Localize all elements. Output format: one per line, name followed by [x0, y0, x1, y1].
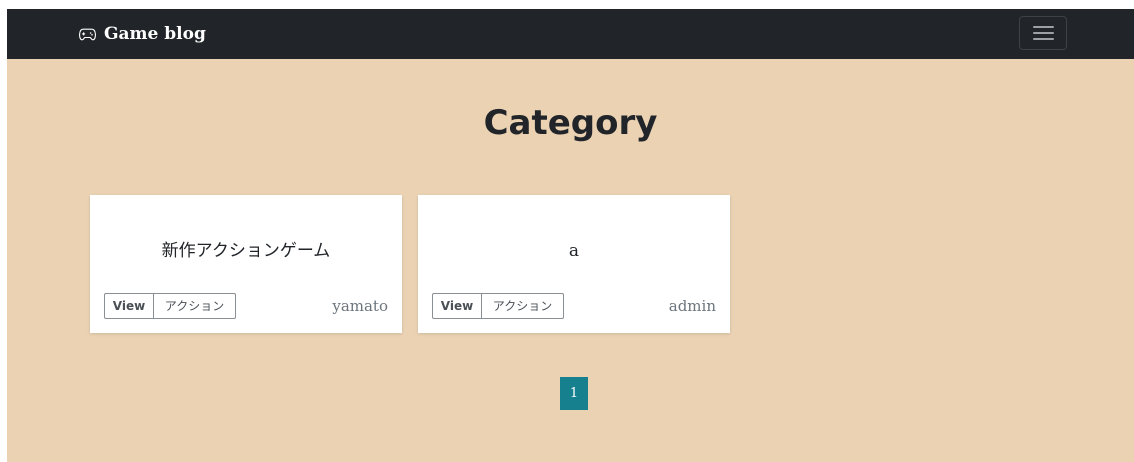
post-card: 新作アクションゲーム View アクション yamato: [90, 195, 402, 333]
post-author: yamato: [332, 297, 388, 315]
pagination-page-1[interactable]: 1: [560, 377, 588, 410]
navbar-toggler-button[interactable]: [1019, 16, 1067, 50]
post-title: 新作アクションゲーム: [161, 241, 331, 261]
post-title: a: [568, 241, 580, 261]
category-button[interactable]: アクション: [482, 293, 564, 319]
post-author: admin: [668, 297, 716, 315]
card-button-group: View アクション: [432, 293, 564, 319]
brand-label: Game blog: [104, 24, 206, 44]
page-frame: Game blog Category 新作アクションゲーム View アクション…: [7, 9, 1134, 462]
gamepad-icon: [79, 28, 96, 40]
hamburger-menu-icon: [1033, 26, 1054, 41]
view-button[interactable]: View: [104, 293, 154, 319]
post-card: a View アクション admin: [418, 195, 730, 333]
category-button[interactable]: アクション: [154, 293, 236, 319]
navbar: Game blog: [7, 9, 1134, 59]
card-button-group: View アクション: [104, 293, 236, 319]
view-button[interactable]: View: [432, 293, 482, 319]
page-title: Category: [483, 103, 658, 143]
brand-link[interactable]: Game blog: [79, 22, 206, 46]
